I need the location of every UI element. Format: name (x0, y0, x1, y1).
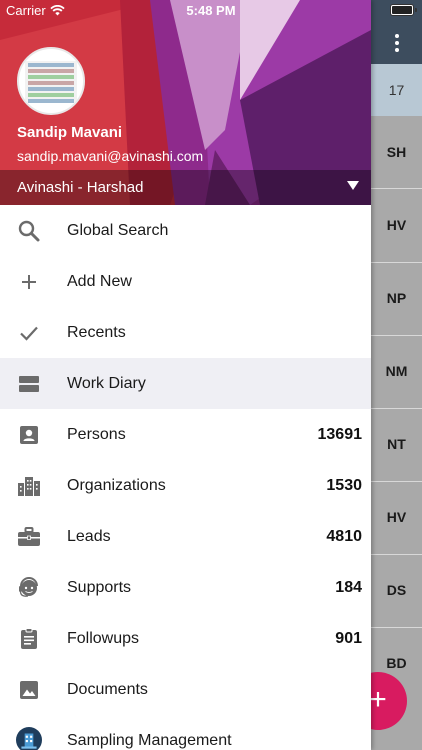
drawer-header: Sandip Mavani sandip.mavani@avinashi.com… (0, 0, 371, 205)
check-icon (20, 326, 38, 341)
menu-count: 4810 (326, 527, 362, 545)
more-vert-icon[interactable] (395, 34, 399, 55)
battery-icon (390, 4, 417, 16)
menu-count: 1530 (326, 476, 362, 494)
drawer-menu: Global Search Add New Recents Work Diary… (0, 205, 371, 750)
status-bar: Carrier 5:48 PM (0, 0, 422, 22)
diary-icon (19, 376, 39, 392)
image-icon (20, 681, 38, 699)
menu-label: Persons (67, 425, 126, 443)
status-time: 5:48 PM (186, 3, 236, 18)
menu-item-global-search[interactable]: Global Search (0, 205, 371, 256)
menu-label: Recents (67, 323, 126, 341)
menu-item-followups[interactable]: Followups 901 (0, 613, 371, 664)
menu-label: Sampling Management (67, 731, 232, 749)
account-name: Avinashi - Harshad (17, 179, 144, 196)
menu-label: Work Diary (67, 374, 146, 392)
background-date: 17 (371, 64, 422, 116)
plus-icon (22, 275, 36, 289)
menu-count: 901 (335, 629, 362, 647)
background-row[interactable]: HV (371, 189, 422, 263)
menu-item-leads[interactable]: Leads 4810 (0, 511, 371, 562)
clipboard-icon (21, 628, 37, 649)
background-app: 17 SH HV NP NM NT HV DS BD (371, 0, 422, 750)
avatar-image (25, 61, 77, 103)
menu-item-documents[interactable]: Documents (0, 664, 371, 715)
menu-label: Organizations (67, 476, 166, 494)
menu-count: 13691 (317, 425, 363, 443)
background-row[interactable]: NM (371, 335, 422, 409)
menu-count: 184 (335, 578, 362, 596)
avatar[interactable] (17, 47, 85, 115)
menu-item-sampling-management[interactable]: Sampling Management (0, 715, 371, 750)
search-icon (18, 220, 40, 242)
user-email: sandip.mavani@avinashi.com (17, 148, 204, 164)
menu-label: Leads (67, 527, 111, 545)
menu-label: Documents (67, 680, 148, 698)
caret-down-icon (347, 181, 359, 190)
account-switcher[interactable]: Avinashi - Harshad (0, 170, 371, 205)
background-row[interactable]: DS (371, 554, 422, 628)
menu-label: Supports (67, 578, 132, 596)
menu-item-work-diary[interactable]: Work Diary (0, 358, 371, 409)
background-row[interactable]: NP (371, 262, 422, 336)
person-icon (20, 426, 38, 444)
background-row[interactable]: HV (371, 481, 422, 555)
navigation-drawer: Sandip Mavani sandip.mavani@avinashi.com… (0, 0, 371, 750)
background-row[interactable]: SH (371, 116, 422, 189)
user-name: Sandip Mavani (17, 124, 123, 141)
menu-item-add-new[interactable]: Add New (0, 256, 371, 307)
menu-item-persons[interactable]: Persons 13691 (0, 409, 371, 460)
menu-label: Add New (67, 272, 132, 290)
support-agent-icon (19, 577, 38, 597)
buildings-icon (18, 477, 40, 496)
menu-item-organizations[interactable]: Organizations 1530 (0, 460, 371, 511)
menu-item-supports[interactable]: Supports 184 (0, 562, 371, 613)
menu-item-recents[interactable]: Recents (0, 307, 371, 358)
menu-label: Global Search (67, 221, 169, 239)
briefcase-icon (18, 527, 40, 546)
background-row[interactable]: NT (371, 408, 422, 482)
menu-label: Followups (67, 629, 140, 647)
sampling-icon (16, 727, 42, 750)
